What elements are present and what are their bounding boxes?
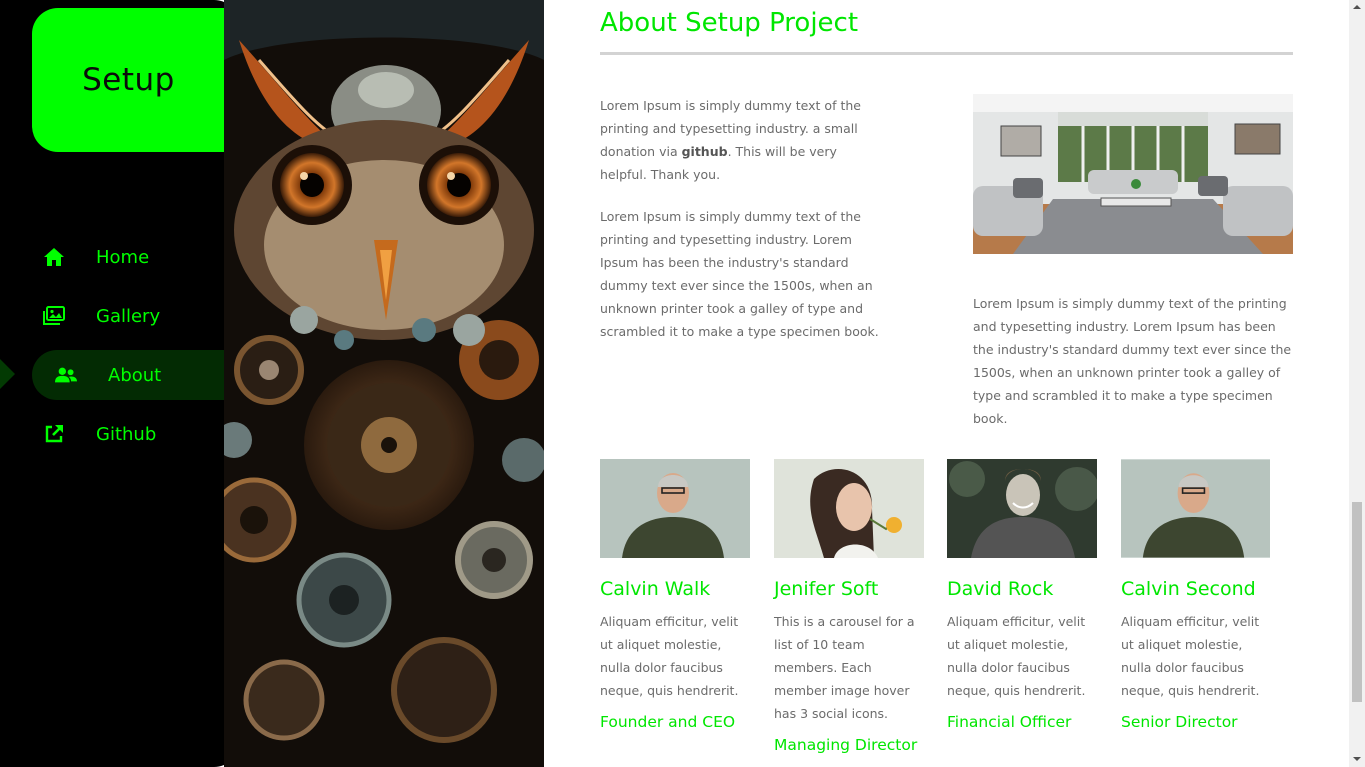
team-member-card[interactable]: David Rock Aliquam efficitur, velit ut a… [947,459,1097,731]
about-section: About Setup Project Lorem Ipsum is simpl… [544,0,1349,767]
title-divider [600,52,1293,55]
member-photo [774,459,924,558]
member-role: Senior Director [1121,713,1238,731]
nav-label-github: Github [96,423,157,445]
intro-paragraph: Lorem Ipsum is simply dummy text of the … [600,94,885,186]
about-paragraph-3: Lorem Ipsum is simply dummy text of the … [973,296,1292,426]
home-icon [43,246,65,268]
users-icon [55,364,77,386]
scroll-down-arrow-icon[interactable] [1353,757,1361,761]
member-description: Aliquam efficitur, velit ut aliquet mole… [600,614,739,698]
member-photo [947,459,1097,558]
owl-illustration [224,0,544,767]
team-member-card[interactable]: Jenifer Soft This is a carousel for a li… [774,459,924,754]
member-name: David Rock [947,578,1054,600]
about-paragraph-2: Lorem Ipsum is simply dummy text of the … [600,209,879,339]
member-name: Calvin Second [1121,578,1256,600]
scrollbar-thumb[interactable] [1352,502,1362,702]
nav-item-github[interactable]: Github [32,409,225,459]
sidebar: Setup Home Gallery About Github [0,0,240,767]
external-link-icon [43,423,65,445]
member-name: Calvin Walk [600,578,711,600]
nav-label-home: Home [96,246,150,268]
nav-item-gallery[interactable]: Gallery [32,291,225,341]
nav-label-gallery: Gallery [96,305,161,327]
active-indicator [0,359,15,389]
hero-owl-image [224,0,544,767]
member-description: Aliquam efficitur, velit ut aliquet mole… [947,614,1086,698]
member-role: Managing Director [774,736,918,754]
team-carousel: Calvin Walk Aliquam efficitur, velit ut … [600,459,1320,759]
nav-item-home[interactable]: Home [32,232,225,282]
page-title: About Setup Project [600,8,859,38]
nav-label-about: About [108,364,162,386]
member-name: Jenifer Soft [774,578,879,600]
team-member-card[interactable]: Calvin Walk Aliquam efficitur, velit ut … [600,459,750,731]
member-description: Aliquam efficitur, velit ut aliquet mole… [1121,614,1260,698]
member-description: This is a carousel for a list of 10 team… [774,614,915,721]
nav-item-about[interactable]: About [32,350,225,400]
living-room-image [973,94,1293,254]
logo[interactable]: Setup [32,8,225,152]
member-role: Founder and CEO [600,713,736,731]
member-role: Financial Officer [947,713,1072,731]
logo-text: Setup [82,62,175,98]
scroll-up-arrow-icon[interactable] [1353,5,1361,9]
team-member-card[interactable]: Calvin Second Aliquam efficitur, velit u… [1121,459,1271,731]
github-link[interactable]: github [682,144,728,159]
member-photo [1121,459,1271,558]
images-icon [43,305,65,327]
member-photo [600,459,750,558]
vertical-scrollbar[interactable] [1349,0,1365,767]
